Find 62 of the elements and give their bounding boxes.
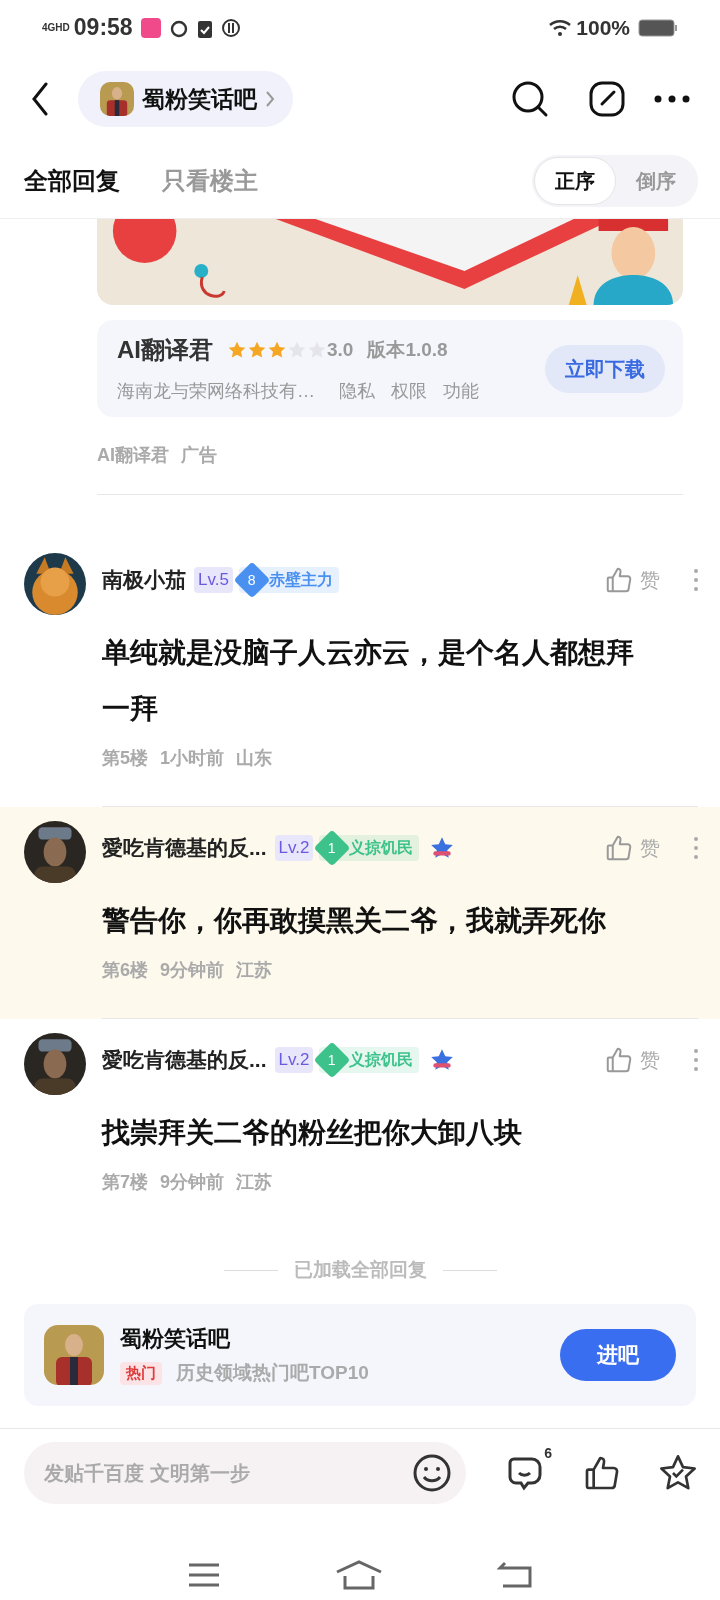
link[interactable]: 功能 <box>443 378 479 405</box>
tab[interactable]: 只看楼主 <box>162 162 258 199</box>
forum-name: 蜀粉笑话吧 <box>120 1325 231 1354</box>
thumbs-up-icon[interactable] <box>604 1045 634 1075</box>
app-name: AI翻译君 <box>117 335 213 365</box>
location: 江苏 <box>236 959 273 982</box>
level-badge: Lv.5 <box>194 567 233 593</box>
end-note: 已加载全部回复 <box>293 1257 427 1282</box>
clock: 09:58 <box>73 13 133 43</box>
wifi-icon <box>548 18 573 37</box>
emoji-icon[interactable] <box>412 1452 452 1493</box>
developer-name: 海南龙与荣网络科技有… <box>117 380 315 403</box>
floor-number: 第6楼 <box>102 959 148 982</box>
network-indicator: 4GHD <box>42 22 70 33</box>
more-icon[interactable] <box>654 95 690 103</box>
ad-label: 广告 <box>181 444 217 467</box>
enter-forum-button[interactable]: 进吧 <box>560 1329 676 1381</box>
favorite-icon[interactable] <box>658 1452 698 1493</box>
comment-text: 找崇拜关二爷的粉丝把你大卸八块 <box>102 1116 523 1150</box>
battery-icon <box>638 17 678 38</box>
forum-button[interactable]: 蜀粉笑话吧 <box>78 71 293 127</box>
username[interactable]: 愛吃肯德基的反... <box>102 832 267 864</box>
reply-box[interactable]: 发贴千百度 文明第一步 <box>24 1441 466 1504</box>
link[interactable]: 权限 <box>391 378 427 405</box>
edit-icon[interactable] <box>588 80 626 118</box>
app-notification-icon <box>140 17 161 38</box>
like-label[interactable]: 赞 <box>640 1045 660 1075</box>
home-icon[interactable] <box>335 1560 383 1590</box>
tab[interactable]: 全部回复 <box>24 162 120 199</box>
location: 江苏 <box>236 1171 273 1194</box>
floor-number: 第7楼 <box>102 1171 148 1194</box>
sort-option[interactable]: 倒序 <box>616 156 696 205</box>
comment-count: 6 <box>544 1443 552 1463</box>
username[interactable]: 南极小茄 <box>102 564 186 596</box>
post-time: 1小时前 <box>160 747 225 770</box>
like-label[interactable]: 赞 <box>640 565 660 595</box>
search-icon[interactable] <box>510 79 550 119</box>
thumbs-up-icon[interactable] <box>604 565 634 595</box>
like-label[interactable]: 赞 <box>640 833 660 863</box>
comment-text: 警告你，你再敢摸黑关二爷，我就弄死你 <box>102 904 607 938</box>
username[interactable]: 愛吃肯德基的反... <box>102 1044 267 1076</box>
forum-description: 历史领域热门吧TOP10 <box>176 1361 369 1386</box>
rating: 3.0 <box>327 337 354 362</box>
post-time: 9分钟前 <box>160 959 225 982</box>
version: 版本1.0.8 <box>367 337 448 362</box>
reply-field[interactable]: 发贴千百度 文明第一步 <box>44 1457 412 1488</box>
ad-source: AI翻译君 <box>97 444 169 467</box>
floor-number: 第5楼 <box>102 747 148 770</box>
chevron-right-icon <box>265 90 275 108</box>
battery-level: 100% <box>576 14 630 41</box>
back-icon[interactable] <box>30 82 50 116</box>
download-button[interactable]: 立即下载 <box>545 344 665 393</box>
post-time: 9分钟前 <box>160 1171 225 1194</box>
level-badge: Lv.2 <box>274 835 314 861</box>
hot-tag: 热门 <box>120 1362 162 1385</box>
thumbs-up-icon[interactable] <box>604 833 634 863</box>
sort-option[interactable]: 正序 <box>534 156 616 205</box>
comment-text: 单纯就是没脑子人云亦云，是个名人都想拜一拜 <box>102 636 635 726</box>
level-badge: Lv.2 <box>274 1047 314 1073</box>
location: 山东 <box>236 747 273 770</box>
link[interactable]: 隐私 <box>339 378 375 405</box>
menu-icon[interactable] <box>187 1562 221 1588</box>
